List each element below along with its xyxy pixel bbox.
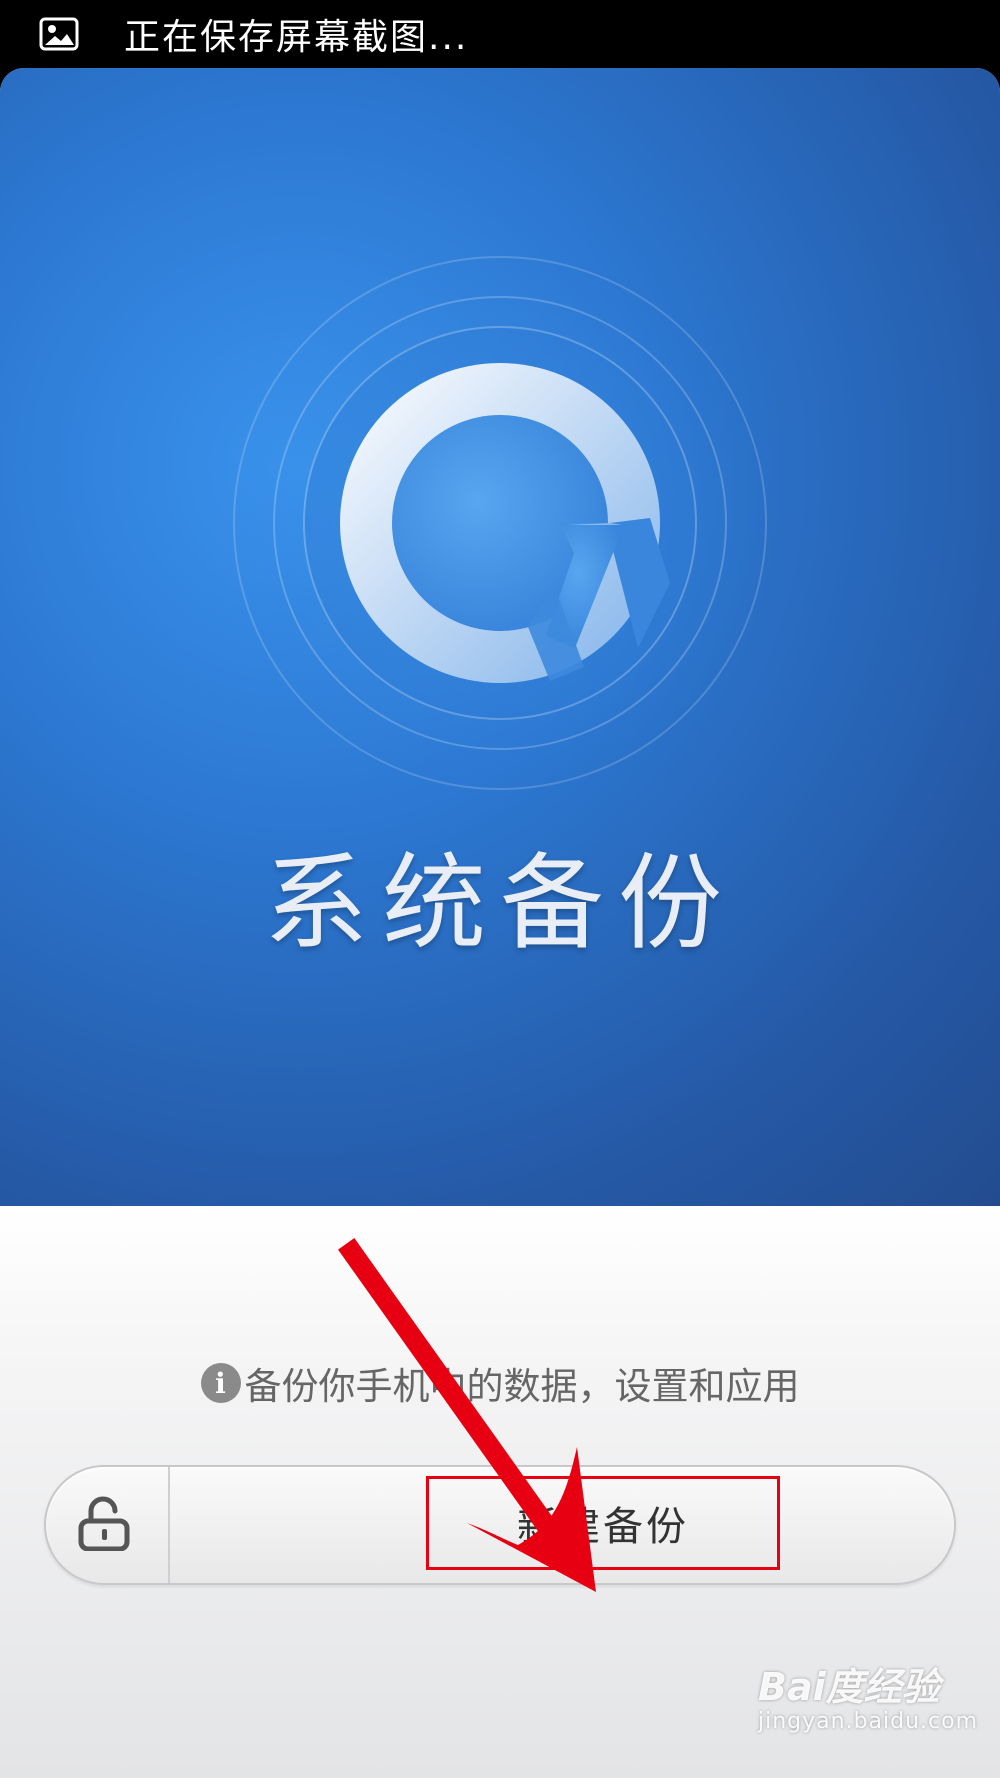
info-icon: i [200, 1363, 241, 1403]
backup-logo-icon [230, 253, 770, 793]
baidu-jingyan-watermark: Bai度经验 jingyan.baidu.com [758, 1665, 980, 1734]
unlock-button[interactable] [46, 1467, 170, 1583]
status-notification-text: 正在保存屏幕截图... [124, 17, 469, 58]
watermark-url: jingyan.baidu.com [758, 1709, 979, 1734]
watermark-brand: Bai度经验 [758, 1665, 940, 1709]
new-backup-label: 新建备份 [426, 1476, 780, 1570]
backup-app: 系统备份 i 备份你手机中的数据，设置和应用 新建备份 [0, 68, 1000, 1778]
image-icon [30, 14, 88, 54]
info-text: 备份你手机中的数据，设置和应用 [244, 1365, 800, 1408]
unlock-icon [75, 1495, 139, 1555]
new-backup-button[interactable]: 新建备份 [170, 1467, 954, 1583]
hero-banner: 系统备份 [0, 68, 1000, 1206]
app-title: 系统备份 [263, 842, 736, 964]
action-bar: 新建备份 [44, 1465, 956, 1585]
status-bar: 正在保存屏幕截图... [0, 0, 1000, 68]
info-message: i 备份你手机中的数据，设置和应用 [0, 1356, 1000, 1410]
